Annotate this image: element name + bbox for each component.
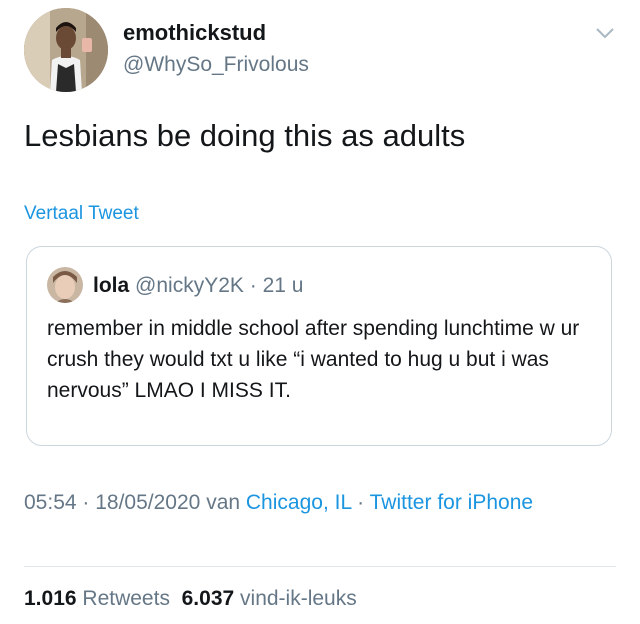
tweet-meta: 05:54 · 18/05/2020 van Chicago, IL · Twi… bbox=[24, 486, 614, 519]
retweets-label: Retweets bbox=[82, 587, 170, 610]
from-word: van bbox=[206, 491, 241, 514]
divider bbox=[24, 566, 616, 567]
source-link[interactable]: Twitter for iPhone bbox=[370, 491, 533, 514]
retweets-stat[interactable]: 1.016 Retweets bbox=[24, 587, 170, 610]
tweet-date[interactable]: 18/05/2020 bbox=[95, 491, 200, 514]
quoted-header: lola @nickyY2K · 21 u bbox=[93, 274, 303, 298]
separator-dot: · bbox=[76, 491, 96, 514]
tweet-time[interactable]: 05:54 bbox=[24, 491, 77, 514]
chevron-down-icon[interactable] bbox=[594, 22, 616, 44]
translate-tweet-link[interactable]: Vertaal Tweet bbox=[24, 203, 139, 225]
likes-stat[interactable]: 6.037 vind-ik-leuks bbox=[182, 587, 357, 610]
author-handle[interactable]: @WhySo_Frivolous bbox=[123, 53, 309, 77]
likes-count: 6.037 bbox=[181, 587, 235, 610]
quoted-author-avatar[interactable] bbox=[47, 267, 83, 303]
author-avatar[interactable] bbox=[24, 8, 108, 92]
separator-dot: · bbox=[243, 274, 263, 297]
retweets-count: 1.016 bbox=[24, 587, 77, 610]
author-display-name[interactable]: emothickstud bbox=[123, 20, 266, 46]
quoted-text: remember in middle school after spending… bbox=[47, 317, 580, 402]
quoted-tweet[interactable]: lola @nickyY2K · 21 u remember in middle… bbox=[26, 246, 612, 446]
quoted-time[interactable]: 21 u bbox=[263, 274, 304, 297]
location-link[interactable]: Chicago, IL bbox=[246, 491, 351, 514]
tweet-text: Lesbians be doing this as adults bbox=[24, 118, 466, 153]
tweet-stats: 1.016 Retweets 6.037 vind-ik-leuks bbox=[24, 587, 357, 611]
likes-label: vind-ik-leuks bbox=[240, 587, 357, 610]
separator-dot: · bbox=[351, 491, 370, 514]
quoted-author-handle[interactable]: @nickyY2K bbox=[135, 274, 244, 297]
quoted-author-name[interactable]: lola bbox=[93, 274, 129, 297]
